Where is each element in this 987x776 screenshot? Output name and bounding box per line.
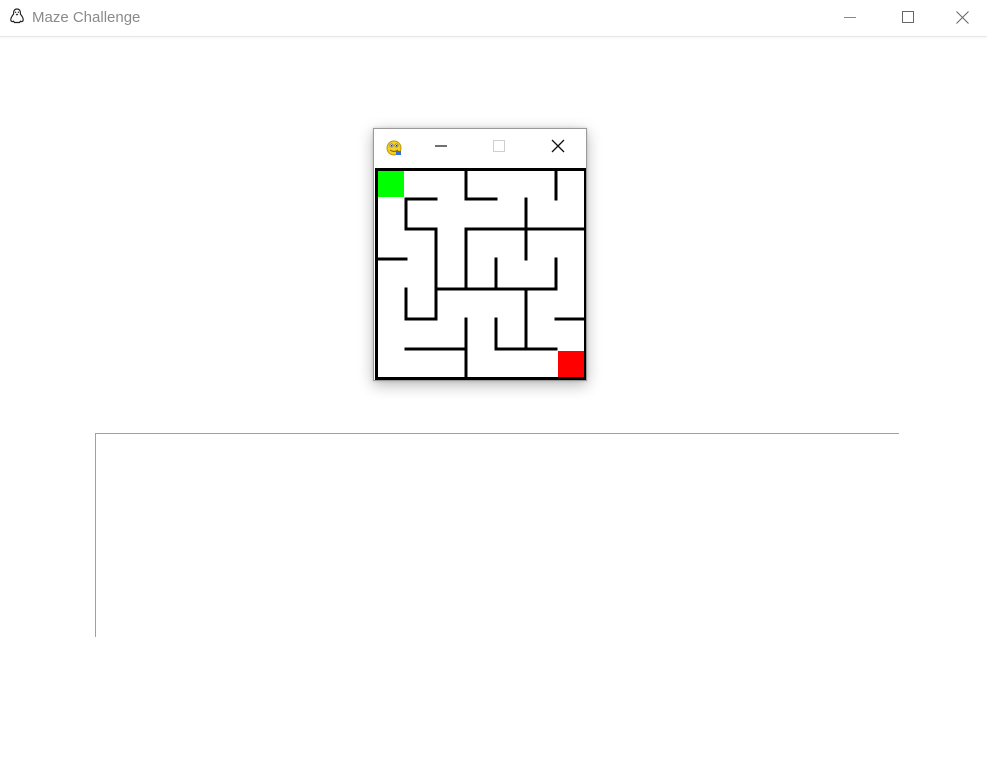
maze-game-window[interactable] (373, 128, 587, 381)
game-maximize-button (489, 138, 509, 158)
minimize-icon (844, 11, 856, 23)
maze-canvas[interactable] (374, 167, 586, 380)
maximize-icon (902, 11, 914, 23)
maze-svg (375, 168, 586, 380)
game-minimize-button[interactable] (431, 138, 451, 158)
minimize-button[interactable] (821, 0, 879, 34)
maze-walls (376, 169, 586, 379)
app-window: Maze Challenge (0, 0, 987, 776)
penguin-outline-icon (8, 7, 26, 25)
text-output-panel[interactable] (95, 433, 899, 637)
close-button[interactable] (937, 0, 987, 34)
title-bar[interactable]: Maze Challenge (0, 0, 987, 37)
pygame-snake-icon (384, 137, 404, 157)
close-icon (551, 139, 565, 158)
maximize-icon-disabled (493, 139, 505, 157)
goal-cell (558, 351, 584, 377)
game-title-bar[interactable] (374, 129, 586, 167)
maze-border (375, 168, 586, 380)
close-icon (955, 10, 969, 24)
maximize-button[interactable] (879, 0, 937, 34)
window-title: Maze Challenge (32, 9, 141, 26)
start-cell (378, 171, 404, 197)
minimize-icon (434, 139, 448, 158)
game-close-button[interactable] (548, 138, 568, 158)
